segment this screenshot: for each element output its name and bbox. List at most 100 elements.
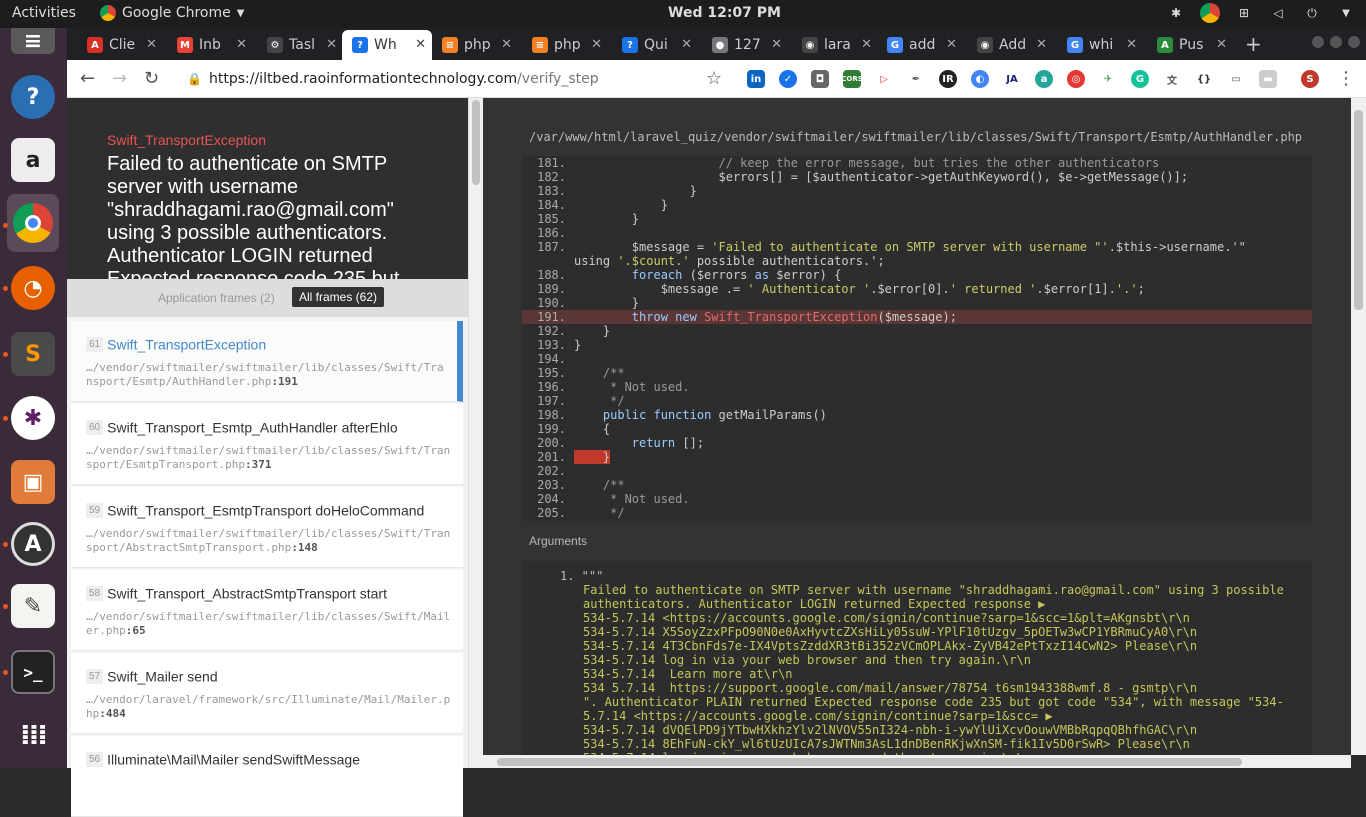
archive-manager-icon[interactable]: ▣: [11, 460, 55, 504]
slack-tray-icon[interactable]: ✱: [1166, 3, 1186, 23]
application-frames-filter[interactable]: Application frames (2): [158, 291, 275, 305]
frame-item[interactable]: 60 Swift_Transport_Esmtp_AuthHandler afte…: [71, 404, 463, 485]
close-tab-icon[interactable]: ✕: [771, 37, 782, 52]
right-scrollbar[interactable]: [1351, 98, 1366, 755]
terminal-icon[interactable]: >_: [11, 650, 55, 694]
system-tray[interactable]: ✱ ⊞ ◁ ⏻ ▼: [1166, 3, 1356, 23]
amazon-icon[interactable]: a: [11, 138, 55, 182]
bookmark-star-icon[interactable]: ☆: [706, 68, 722, 89]
tab-title: Add: [999, 37, 1027, 53]
chrome-tray-icon[interactable]: [1200, 3, 1220, 23]
json-extension-icon[interactable]: {}: [1195, 70, 1213, 88]
cast-extension-icon[interactable]: ▭: [1227, 70, 1245, 88]
sublime-text-icon[interactable]: S: [11, 332, 55, 376]
address-bar[interactable]: 🔒 https://iltbed.raoinformationtechnolog…: [187, 66, 717, 92]
scrollbar-thumb[interactable]: [472, 100, 480, 185]
clock[interactable]: Wed 12:07 PM: [668, 5, 781, 21]
frame-item[interactable]: 59 Swift_Transport_EsmtpTransport doHeloC…: [71, 487, 463, 568]
argument-line: 1. """: [560, 569, 604, 583]
close-tab-icon[interactable]: ✕: [861, 37, 872, 52]
badge-extension-icon[interactable]: a: [1035, 70, 1053, 88]
translate-extension-icon[interactable]: 文: [1163, 70, 1181, 88]
show-applications-icon[interactable]: ⁞⁞⁞: [11, 712, 55, 756]
tab[interactable]: ? Wh ✕: [342, 30, 432, 60]
chrome-dock-icon[interactable]: [7, 194, 59, 252]
code-text: }: [574, 198, 668, 212]
tab[interactable]: A Clie ✕: [77, 30, 163, 60]
forward-button[interactable]: →: [112, 68, 127, 89]
activities-button[interactable]: Activities: [12, 5, 76, 21]
new-tab-button[interactable]: +: [1245, 32, 1262, 56]
close-tab-icon[interactable]: ✕: [146, 37, 157, 52]
tab[interactable]: Gadd ✕: [877, 30, 963, 60]
argument-line: 534-5.7.14 4T3CbnFds7e-IX4VptsZzddXR3tBi…: [583, 639, 1198, 653]
extension-icon[interactable]: ▬: [1259, 70, 1277, 88]
tab[interactable]: ● 127 ✕: [702, 30, 788, 60]
ir-extension-icon[interactable]: IR: [939, 70, 957, 88]
power-icon[interactable]: ⏻: [1302, 3, 1322, 23]
cors-extension-icon[interactable]: CORS: [841, 70, 863, 88]
text-editor-icon[interactable]: ✎: [11, 584, 55, 628]
frame-item[interactable]: 57 Swift_Mailer send …/vendor/laravel/fram…: [71, 653, 463, 734]
close-tab-icon[interactable]: ✕: [501, 37, 512, 52]
tab[interactable]: ◉ lara ✕: [792, 30, 878, 60]
tab[interactable]: ⚙ Tasl ✕: [257, 30, 343, 60]
tab[interactable]: A Pus ✕: [1147, 30, 1233, 60]
all-frames-filter[interactable]: All frames (62): [292, 287, 385, 307]
scrollbar-thumb[interactable]: [497, 758, 1242, 766]
frame-path: …/vendor/swiftmailer/swiftmailer/lib/cla…: [86, 527, 451, 554]
tab-title: lara: [824, 37, 851, 53]
line-number: 204.: [537, 492, 566, 506]
ja-extension-icon[interactable]: JA: [1003, 70, 1021, 88]
eyedropper-extension-icon[interactable]: ✒: [907, 70, 925, 88]
tab[interactable]: M Inb ✕: [167, 30, 253, 60]
chevron-down-icon[interactable]: ▼: [1336, 3, 1356, 23]
tab[interactable]: ≡ php ✕: [522, 30, 608, 60]
close-tab-icon[interactable]: ✕: [1216, 37, 1227, 52]
slack-icon[interactable]: ✱: [11, 396, 55, 440]
volume-icon[interactable]: ◁: [1268, 3, 1288, 23]
horizontal-scrollbar[interactable]: [483, 755, 1351, 768]
ubuntu-extension-icon[interactable]: ◎: [1067, 70, 1085, 88]
linkedin-extension-icon[interactable]: in: [747, 70, 765, 88]
help-icon[interactable]: ?: [11, 75, 55, 119]
check-extension-icon[interactable]: ✓: [779, 70, 797, 88]
close-tab-icon[interactable]: ✕: [681, 37, 692, 52]
minimize-button[interactable]: [1312, 36, 1324, 48]
grammarly-extension-icon[interactable]: G: [1131, 70, 1149, 88]
tab[interactable]: Gwhi ✕: [1057, 30, 1143, 60]
close-tab-icon[interactable]: ✕: [326, 37, 337, 52]
reload-button[interactable]: ↻: [144, 68, 159, 89]
close-tab-icon[interactable]: ✕: [946, 37, 957, 52]
files-icon[interactable]: ≡: [11, 28, 55, 54]
more-menu-icon[interactable]: ⋮: [1337, 68, 1355, 89]
tab[interactable]: ? Qui ✕: [612, 30, 698, 60]
arguments-list: 1. """ Failed to authenticate on SMTP ser…: [522, 561, 1312, 755]
network-icon[interactable]: ⊞: [1234, 3, 1254, 23]
line-number: 185.: [537, 212, 566, 226]
record-extension-icon[interactable]: ▷: [875, 70, 893, 88]
close-tab-icon[interactable]: ✕: [591, 37, 602, 52]
close-tab-icon[interactable]: ✕: [415, 37, 426, 52]
frame-item[interactable]: 58 Swift_Transport_AbstractSmtpTransport …: [71, 570, 463, 651]
left-scrollbar[interactable]: [468, 98, 483, 768]
frame-item[interactable]: 56 Illuminate\Mail\Mailer sendSwiftMessag…: [71, 736, 463, 817]
keep-extension-icon[interactable]: ◘: [811, 70, 829, 88]
firefox-icon[interactable]: ◔: [11, 266, 55, 310]
frame-item[interactable]: 61 Swift_TransportException …/vendor/swift…: [71, 321, 463, 402]
tab[interactable]: ≡ php ✕: [432, 30, 518, 60]
close-window-button[interactable]: [1348, 36, 1360, 48]
profile-avatar[interactable]: S: [1301, 70, 1319, 88]
scrollbar-thumb[interactable]: [1354, 110, 1363, 310]
close-tab-icon[interactable]: ✕: [236, 37, 247, 52]
close-tab-icon[interactable]: ✕: [1036, 37, 1047, 52]
app-menu[interactable]: Google Chrome ▼: [100, 5, 244, 21]
extension-icon[interactable]: ✈: [1099, 70, 1117, 88]
close-tab-icon[interactable]: ✕: [1126, 37, 1137, 52]
code-line: 200. return [];: [522, 436, 1312, 450]
extension-icon[interactable]: ◐: [971, 70, 989, 88]
software-updater-icon[interactable]: A: [11, 522, 55, 566]
maximize-button[interactable]: [1330, 36, 1342, 48]
back-button[interactable]: ←: [80, 68, 95, 89]
tab[interactable]: ◉ Add ✕: [967, 30, 1053, 60]
